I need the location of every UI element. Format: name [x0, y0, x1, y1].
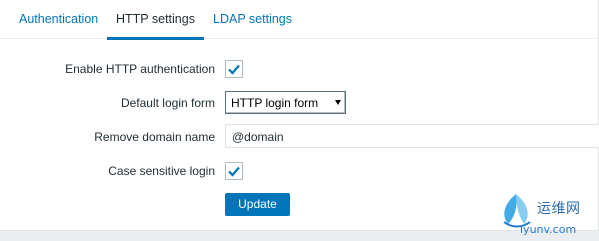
default-login-form-select[interactable]: HTTP login form [225, 91, 346, 114]
tab-bar: Authentication HTTP settings LDAP settin… [0, 0, 599, 40]
watermark-line1: 运维网 [537, 201, 581, 217]
tab-authentication[interactable]: Authentication [19, 0, 98, 39]
tab-authentication-label: Authentication [19, 12, 99, 26]
tab-http-settings[interactable]: HTTP settings [107, 0, 204, 40]
tab-ldap-settings-label: LDAP settings [213, 12, 292, 26]
default-login-form-value: HTTP login form [231, 96, 319, 110]
checkmark-icon [228, 166, 240, 177]
dropdown-arrow-icon [335, 100, 341, 105]
case-sensitive-login-checkbox[interactable] [225, 162, 243, 180]
enable-http-auth-checkbox[interactable] [225, 60, 243, 78]
tab-http-settings-label: HTTP settings [116, 12, 195, 26]
active-tab-indicator [107, 37, 204, 40]
checkmark-icon [228, 64, 240, 75]
watermark: 运维网 iyunv.com [494, 190, 599, 241]
tab-ldap-settings[interactable]: LDAP settings [213, 0, 292, 39]
watermark-line2: iyunv.com [520, 223, 577, 236]
case-sensitive-login-label: Case sensitive login [108, 164, 215, 178]
enable-http-auth-label: Enable HTTP authentication [65, 62, 215, 76]
update-button[interactable]: Update [225, 193, 290, 216]
default-login-form-label: Default login form [120, 96, 215, 110]
remove-domain-name-label: Remove domain name [94, 130, 215, 144]
remove-domain-name-input[interactable]: @domain [225, 124, 599, 148]
